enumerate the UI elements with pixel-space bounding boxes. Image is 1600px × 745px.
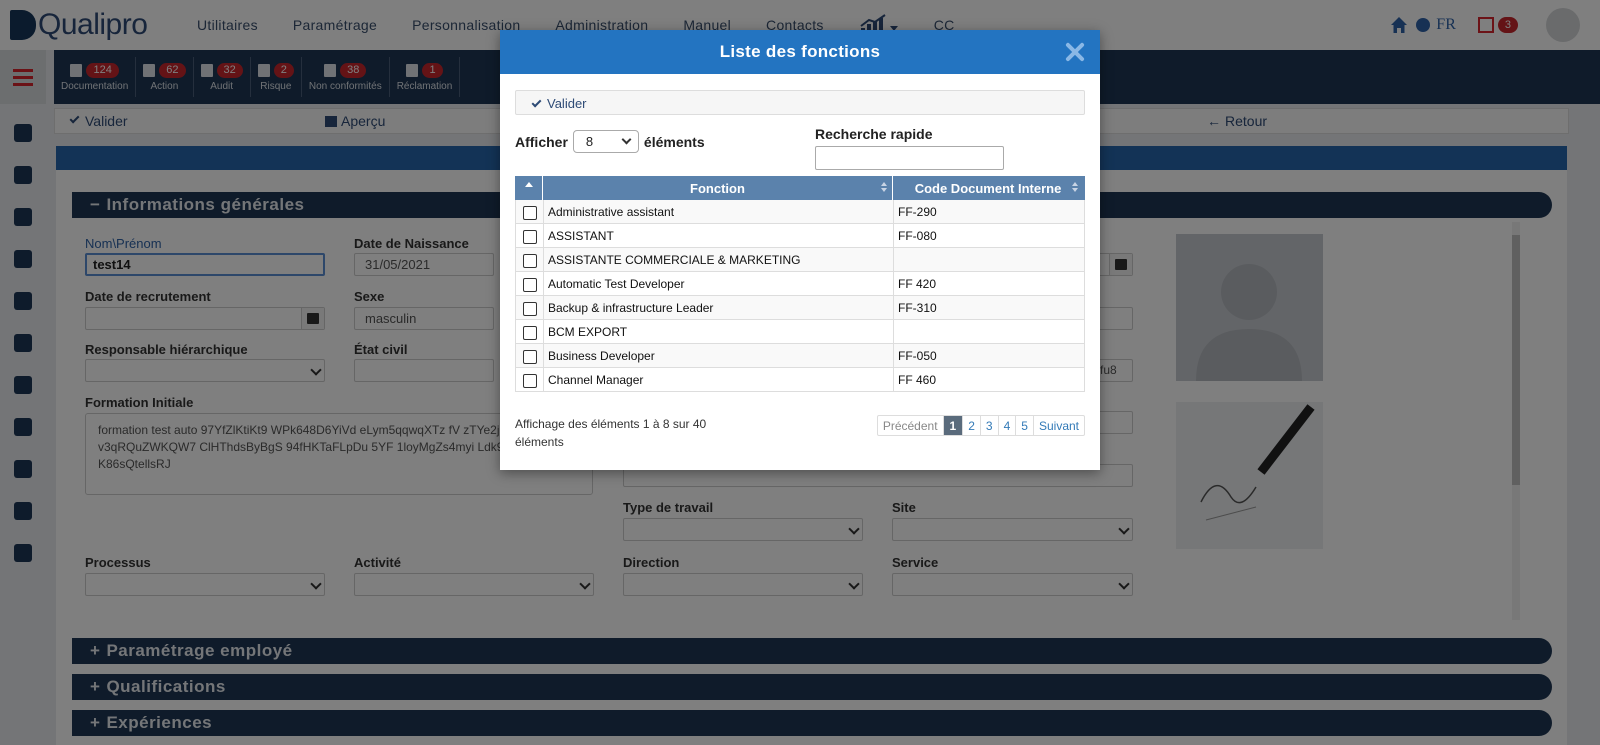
table-row[interactable]: Administrative assistant FF-290	[515, 200, 1085, 224]
pagination-page-4[interactable]: 4	[999, 416, 1017, 435]
table-row[interactable]: Automatic Test Developer FF 420	[515, 272, 1085, 296]
pagination-page-2[interactable]: 2	[963, 416, 981, 435]
row-checkbox[interactable]	[522, 230, 537, 244]
modal-valider-label: Valider	[547, 96, 587, 111]
table-row[interactable]: Channel Manager FF 460	[515, 368, 1085, 392]
elements-label: éléments	[643, 133, 705, 150]
row-checkbox[interactable]	[522, 326, 537, 340]
table-header: Fonction Code Document Interne	[515, 176, 1085, 200]
column-fonction-label: Fonction	[690, 180, 745, 196]
code-cell	[894, 248, 1084, 271]
page-length-control: Afficher 8 éléments	[515, 130, 705, 153]
search-label: Recherche rapide	[815, 126, 933, 142]
row-checkbox[interactable]	[522, 350, 537, 364]
modal-valider-button[interactable]: Valider	[515, 90, 1085, 115]
fonction-cell: Automatic Test Developer	[544, 272, 894, 295]
row-checkbox[interactable]	[522, 374, 537, 388]
modal-title: Liste des fonctions	[719, 42, 881, 61]
search-input[interactable]	[815, 146, 1004, 170]
sort-icon	[881, 182, 888, 194]
modal-header: Liste des fonctions	[500, 30, 1100, 74]
fonction-cell: Channel Manager	[544, 368, 894, 391]
row-checkbox[interactable]	[522, 278, 537, 292]
fonctions-modal: Liste des fonctions Valider Afficher 8 é…	[500, 30, 1100, 470]
page-length-value: 8	[585, 134, 594, 149]
column-fonction[interactable]: Fonction	[543, 176, 893, 200]
fonction-cell: Business Developer	[544, 344, 894, 367]
fonctions-table: Fonction Code Document Interne Administr…	[515, 176, 1085, 392]
check-icon	[531, 97, 542, 108]
fonction-cell: BCM EXPORT	[544, 320, 894, 343]
fonction-cell: Backup & infrastructure Leader	[544, 296, 894, 319]
row-checkbox[interactable]	[522, 206, 537, 220]
code-cell: FF-310	[898, 300, 937, 315]
table-row[interactable]: Business Developer FF-050	[515, 344, 1085, 368]
row-checkbox[interactable]	[522, 302, 537, 316]
table-row[interactable]: Backup & infrastructure Leader FF-310	[515, 296, 1085, 320]
code-cell: FF 420	[898, 276, 937, 291]
code-cell: FF-290	[898, 204, 937, 219]
pagination-next[interactable]: Suivant	[1034, 416, 1084, 435]
column-code-label: Code Document Interne	[914, 180, 1062, 196]
table-row[interactable]: ASSISTANTE COMMERCIALE & MARKETING	[515, 248, 1085, 272]
code-cell: FF 460	[898, 372, 937, 387]
fonction-cell: Administrative assistant	[544, 200, 894, 223]
fonction-cell: ASSISTANT	[544, 224, 894, 247]
chevron-down-icon	[621, 134, 632, 145]
column-select-sort[interactable]	[515, 176, 543, 200]
table-row[interactable]: BCM EXPORT	[515, 320, 1085, 344]
table-row[interactable]: ASSISTANT FF-080	[515, 224, 1085, 248]
pagination-page-1[interactable]: 1	[943, 416, 964, 435]
table-body: Administrative assistant FF-290 ASSISTANT…	[515, 200, 1085, 392]
column-code[interactable]: Code Document Interne	[893, 176, 1083, 200]
row-checkbox[interactable]	[522, 254, 537, 268]
fonction-cell: ASSISTANTE COMMERCIALE & MARKETING	[544, 248, 894, 271]
close-icon[interactable]	[1064, 41, 1086, 63]
pagination-previous[interactable]: Précédent	[878, 416, 944, 435]
sort-icon	[1072, 182, 1079, 194]
table-info: Affichage des éléments 1 à 8 sur 40 élém…	[515, 417, 707, 449]
afficher-label: Afficher	[515, 133, 568, 150]
pagination: Précédent 1 2 3 4 5 Suivant	[876, 415, 1085, 436]
sort-asc-icon	[524, 181, 533, 187]
code-cell: FF-050	[898, 348, 937, 363]
code-cell: FF-080	[898, 228, 937, 243]
code-cell	[894, 320, 1084, 343]
page-length-select[interactable]: 8	[572, 130, 639, 153]
pagination-page-3[interactable]: 3	[981, 416, 999, 435]
pagination-page-5[interactable]: 5	[1016, 416, 1034, 435]
